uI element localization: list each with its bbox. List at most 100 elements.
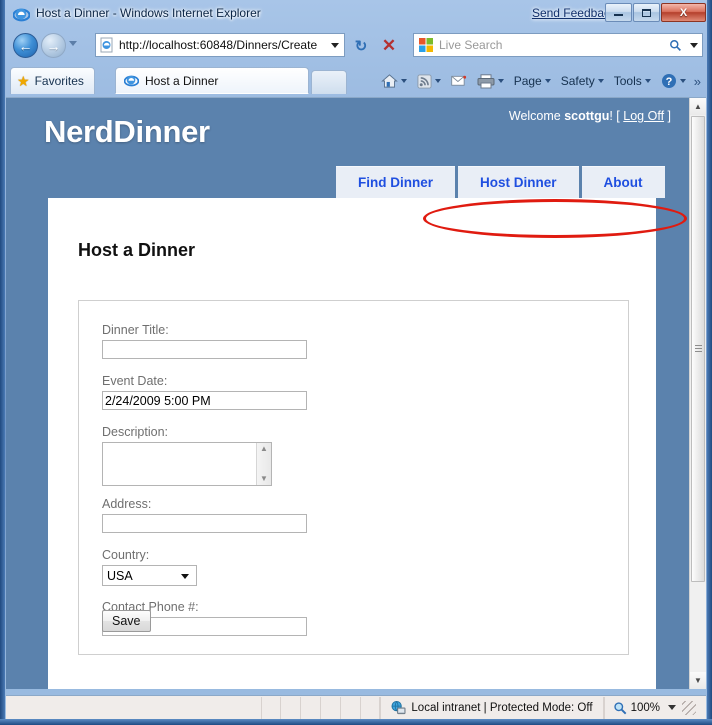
window-frame-left [0,0,5,725]
country-selected-value: USA [107,568,133,583]
page-menu[interactable]: Page [510,70,555,92]
feeds-dropdown-icon[interactable] [434,79,441,83]
safety-dropdown-icon [597,79,604,83]
welcome-banner: Welcome scottgu! [ Log Off ] [509,109,671,123]
maximize-button[interactable] [633,3,660,22]
address-dropdown-icon[interactable] [326,34,344,56]
forward-arrow-icon: → [46,37,61,54]
description-label: Description: [102,425,168,439]
scroll-down-icon[interactable]: ▼ [260,475,268,483]
search-box[interactable]: Live Search [413,33,703,57]
search-provider-icon [419,38,433,52]
welcome-prefix: Welcome [508,109,565,123]
safety-menu-label: Safety [560,74,595,88]
page-favicon-icon [100,37,113,53]
command-bar: Page Safety Tools ? » [377,69,703,93]
address-url-text: http://localhost:60848/Dinners/Create [119,38,318,52]
search-icon[interactable] [664,39,686,52]
internet-explorer-icon [13,8,30,22]
description-textarea[interactable] [102,442,272,486]
dinner-title-label: Dinner Title: [102,323,169,337]
window-controls: X [604,3,706,22]
security-zone-text: Local intranet | Protected Mode: Off [411,701,593,714]
page-content: Host a Dinner Dinner Title: Event Date: … [48,198,656,689]
status-bar: Local intranet | Protected Mode: Off 100… [6,695,706,719]
print-button[interactable] [473,70,508,92]
magnifier-glyph [669,39,681,51]
home-button[interactable] [377,70,411,92]
tools-dropdown-icon [644,79,651,83]
back-arrow-icon: ← [18,37,33,54]
feeds-button[interactable] [413,70,445,92]
maximize-icon [642,8,651,17]
mail-button[interactable] [447,70,471,92]
resize-grip-icon[interactable] [682,700,696,715]
browser-window: Host a Dinner - Windows Internet Explore… [0,0,712,725]
country-select[interactable]: USA [102,565,197,586]
chevron-down-icon [181,574,189,579]
nav-tab-about[interactable]: About [581,166,665,198]
nav-tab-find-dinner[interactable]: Find Dinner [336,166,455,198]
favorites-button[interactable]: ★ Favorites [10,67,95,94]
field-dinner-title: Dinner Title: [102,323,307,359]
page-title: Host a Dinner [78,240,196,260]
browser-tab-host-a-dinner[interactable]: Host a Dinner [115,67,309,94]
print-dropdown-icon[interactable] [497,79,504,83]
command-overflow-icon[interactable]: » [692,74,703,89]
svg-text:?: ? [665,76,672,88]
minimize-icon [614,14,623,16]
zoom-dropdown-icon[interactable] [668,705,676,710]
scrollbar-down-button[interactable]: ▼ [690,672,706,689]
save-button[interactable]: Save [102,610,151,632]
close-button[interactable]: X [661,3,706,22]
safety-menu[interactable]: Safety [557,70,608,92]
country-label: Country: [102,548,150,562]
tools-menu[interactable]: Tools [610,70,655,92]
welcome-suffix: ! [ [609,109,624,123]
stop-button[interactable]: ✕ [377,34,401,57]
page-dropdown-icon [544,79,551,83]
tools-menu-label: Tools [613,74,642,88]
zoom-level-text: 100% [630,701,660,714]
event-date-input[interactable] [102,391,307,410]
printer-icon [477,73,495,88]
recent-pages-dropdown-icon[interactable] [69,41,77,46]
new-tab-button[interactable] [311,70,347,94]
page-menu-label: Page [513,74,542,88]
scrollbar-thumb[interactable] [691,116,705,582]
security-zone-indicator[interactable]: Local intranet | Protected Mode: Off [380,696,604,719]
address-input[interactable] [102,514,307,533]
home-icon [380,74,398,88]
nav-tab-host-dinner[interactable]: Host Dinner [458,166,579,198]
tab-bar: ★ Favorites Host a Dinner Page Safety To… [5,63,707,97]
scrollbar-grip-icon [695,345,702,353]
zoom-control[interactable]: 100% [603,696,706,719]
search-input[interactable]: Live Search [439,38,664,52]
dinner-form: Dinner Title: Event Date: Description: ▲ [78,300,629,655]
tab-favicon-icon [124,75,139,87]
navigation-bar: ← → http://localhost:60848/Dinners/Creat… [5,29,707,63]
help-button[interactable]: ? [657,70,690,92]
zoom-icon [613,701,626,714]
nerddinner-page: NerdDinner Welcome scottgu! [ Log Off ] … [6,98,689,689]
field-address: Address: [102,497,307,533]
back-button[interactable]: ← [13,33,38,58]
forward-button[interactable]: → [41,33,66,58]
minimize-button[interactable] [605,3,632,22]
page-scrollbar[interactable]: ▲ ▼ [689,98,706,689]
scrollbar-up-button[interactable]: ▲ [690,98,706,115]
search-dropdown-icon[interactable] [686,42,702,48]
event-date-label: Event Date: [102,374,168,388]
description-scrollbar[interactable]: ▲ ▼ [256,443,271,485]
home-dropdown-icon[interactable] [400,79,407,83]
scroll-up-icon[interactable]: ▲ [260,445,268,453]
favorites-label: Favorites [34,74,84,88]
description-textarea-wrapper: ▲ ▼ [102,442,272,491]
mail-icon [450,75,466,86]
refresh-button[interactable]: ↻ [349,34,373,57]
log-off-link[interactable]: Log Off [623,109,664,123]
field-event-date: Event Date: [102,374,307,410]
address-bar[interactable]: http://localhost:60848/Dinners/Create [95,33,345,57]
welcome-username: scottgu [564,109,610,123]
dinner-title-input[interactable] [102,340,307,359]
